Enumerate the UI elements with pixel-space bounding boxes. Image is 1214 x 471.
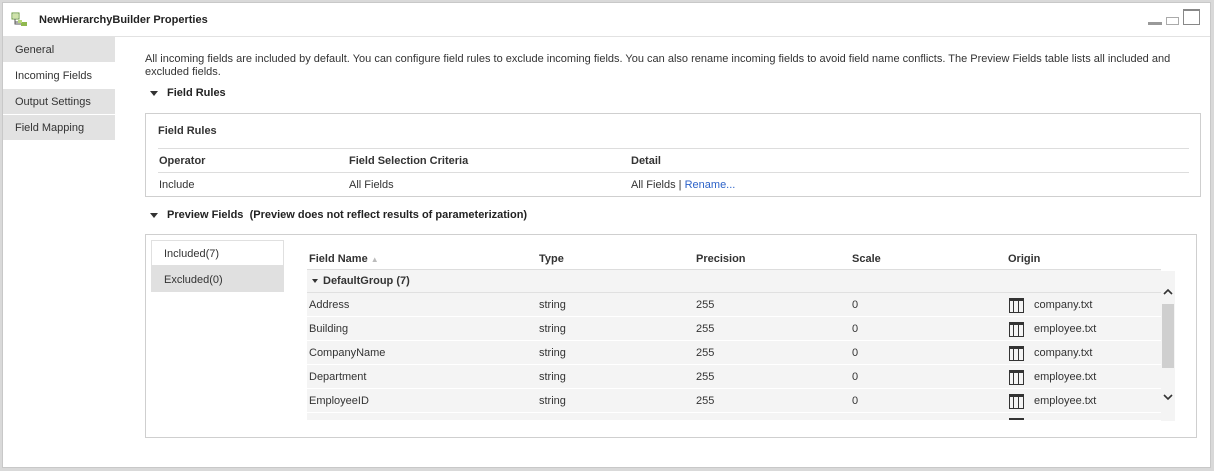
restore-button[interactable] xyxy=(1166,17,1179,25)
scroll-up-icon[interactable] xyxy=(1163,287,1173,297)
properties-window: NewHierarchyBuilder Properties General I… xyxy=(2,2,1211,468)
field-scale: 0 xyxy=(852,371,859,383)
col-origin[interactable]: Origin xyxy=(1008,247,1040,271)
field-type: string xyxy=(539,371,566,383)
group-label: DefaultGroup (7) xyxy=(323,275,410,287)
tab-excluded[interactable]: Excluded(0) xyxy=(151,266,284,292)
rule-detail-text: All Fields | xyxy=(631,179,682,191)
maximize-button[interactable] xyxy=(1183,9,1200,25)
field-type: string xyxy=(539,299,566,311)
sidebar: General Incoming Fields Output Settings … xyxy=(3,37,115,141)
tab-included[interactable]: Included(7) xyxy=(151,240,284,266)
field-type: string xyxy=(539,347,566,359)
field-scale: 0 xyxy=(852,323,859,335)
table-icon xyxy=(1009,322,1024,337)
table-row[interactable]: Building string 255 0 employee.txt xyxy=(307,317,1161,341)
field-rules-panel-title: Field Rules xyxy=(158,125,217,137)
col-precision[interactable]: Precision xyxy=(696,247,746,271)
field-rule-row[interactable]: Include All Fields All Fields | Rename..… xyxy=(158,173,1189,198)
vertical-scrollbar[interactable] xyxy=(1161,271,1175,421)
field-origin: employee.txt xyxy=(1034,371,1097,383)
field-name: CompanyName xyxy=(309,347,386,359)
table-row[interactable]: Department string 255 0 employee.txt xyxy=(307,365,1161,389)
collapse-triangle-icon xyxy=(150,212,158,218)
field-scale: 0 xyxy=(852,395,859,407)
field-type: string xyxy=(539,323,566,335)
col-type[interactable]: Type xyxy=(539,247,564,271)
field-name: Address xyxy=(309,299,350,311)
group-expand-icon[interactable] xyxy=(312,270,321,292)
scroll-down-icon[interactable] xyxy=(1163,392,1173,402)
rule-operator: Include xyxy=(159,179,195,191)
col-field-name[interactable]: Field Name ▲ xyxy=(309,247,379,272)
window-controls xyxy=(1140,9,1204,29)
sidebar-item-incoming-fields[interactable]: Incoming Fields xyxy=(3,63,115,89)
table-icon xyxy=(1009,394,1024,409)
table-icon xyxy=(1009,298,1024,313)
table-header: Field Name ▲ Type Precision Scale Origin xyxy=(307,247,1161,270)
rename-link[interactable]: Rename... xyxy=(685,179,736,191)
field-origin: employee.txt xyxy=(1034,395,1097,407)
col-field-name-label: Field Name xyxy=(309,253,368,265)
table-icon xyxy=(1009,418,1024,420)
incoming-fields-panel: All incoming fields are included by defa… xyxy=(145,53,1205,438)
scrollbar-thumb[interactable] xyxy=(1162,304,1174,368)
table-row[interactable]: EmployeeID string 255 0 employee.txt xyxy=(307,389,1161,413)
preview-fields-panel: Included(7) Excluded(0) Field Name ▲ Typ… xyxy=(145,234,1197,438)
preview-fields-section-label: Preview Fields xyxy=(167,209,244,221)
field-origin: company.txt xyxy=(1034,347,1093,359)
table-icon xyxy=(1009,370,1024,385)
title-bar: NewHierarchyBuilder Properties xyxy=(3,3,1210,37)
field-origin: company.txt xyxy=(1034,299,1093,311)
hierarchy-builder-icon xyxy=(11,12,27,26)
field-type: string xyxy=(539,395,566,407)
col-operator: Operator xyxy=(159,155,206,167)
field-precision: 255 xyxy=(696,395,715,407)
rule-detail: All Fields | Rename... xyxy=(631,173,735,197)
description-text: All incoming fields are included by defa… xyxy=(145,53,1171,78)
sidebar-item-field-mapping[interactable]: Field Mapping xyxy=(3,115,115,141)
table-row[interactable]: CompanyName string 255 0 company.txt xyxy=(307,341,1161,365)
field-rules-section-toggle[interactable]: Field Rules xyxy=(150,87,226,99)
col-detail: Detail xyxy=(631,155,661,167)
field-scale: 0 xyxy=(852,347,859,359)
field-name: Building xyxy=(309,323,349,335)
table-row[interactable]: Address string 255 0 company.txt xyxy=(307,293,1161,317)
sort-ascending-icon: ▲ xyxy=(370,255,379,264)
field-rules-panel: Field Rules Operator Field Selection Cri… xyxy=(145,113,1201,197)
field-name: Department xyxy=(309,371,367,383)
col-field-selection-criteria: Field Selection Criteria xyxy=(349,155,469,167)
group-row[interactable]: DefaultGroup (7) xyxy=(307,270,1161,293)
preview-fields-table: Field Name ▲ Type Precision Scale Origin… xyxy=(307,247,1161,421)
rule-criteria: All Fields xyxy=(349,179,394,191)
minimize-button[interactable] xyxy=(1148,22,1162,25)
field-rules-section-label: Field Rules xyxy=(167,87,226,99)
collapse-triangle-icon xyxy=(150,90,158,96)
field-name: EmployeeID xyxy=(309,395,369,407)
preview-subtabs: Included(7) Excluded(0) xyxy=(151,240,284,292)
field-precision: 255 xyxy=(696,299,715,311)
field-rules-header: Operator Field Selection Criteria Detail xyxy=(158,148,1189,173)
field-precision: 255 xyxy=(696,323,715,335)
field-origin: employee.txt xyxy=(1034,323,1097,335)
field-scale: 0 xyxy=(852,299,859,311)
field-precision: 255 xyxy=(696,347,715,359)
col-scale[interactable]: Scale xyxy=(852,247,881,271)
window-title: NewHierarchyBuilder Properties xyxy=(39,14,208,26)
preview-fields-note: (Preview does not reflect results of par… xyxy=(249,209,528,221)
sidebar-item-output-settings[interactable]: Output Settings xyxy=(3,89,115,115)
sidebar-item-general[interactable]: General xyxy=(3,37,115,63)
table-icon xyxy=(1009,346,1024,361)
table-row-partial xyxy=(307,413,1161,421)
preview-fields-section-toggle[interactable]: Preview Fields (Preview does not reflect… xyxy=(150,209,527,221)
field-precision: 255 xyxy=(696,371,715,383)
